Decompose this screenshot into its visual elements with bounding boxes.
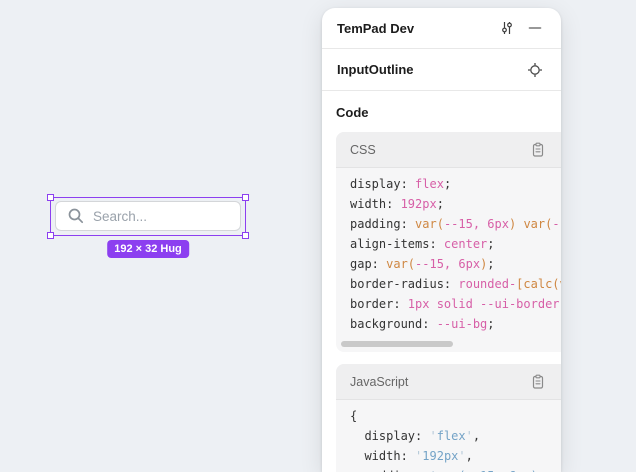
tempad-dev-panel: TemPad Dev InputOutline bbox=[322, 8, 561, 472]
panel-title: TemPad Dev bbox=[337, 21, 414, 36]
selection-outline: Search... 192 × 32 Hug bbox=[51, 198, 245, 235]
copy-js-button[interactable] bbox=[527, 371, 549, 393]
size-badge: 192 × 32 Hug bbox=[107, 240, 189, 258]
locate-button[interactable] bbox=[524, 59, 546, 81]
selection-handle-se[interactable] bbox=[242, 232, 249, 239]
copy-css-button[interactable] bbox=[527, 139, 549, 161]
js-block-label: JavaScript bbox=[350, 375, 408, 389]
minus-icon bbox=[528, 21, 542, 35]
code-section-title: Code bbox=[336, 105, 561, 120]
selection-handle-nw[interactable] bbox=[47, 194, 54, 201]
selection-handle-sw[interactable] bbox=[47, 232, 54, 239]
css-block-header: CSS bbox=[336, 132, 561, 168]
scrollbar-thumb[interactable] bbox=[341, 341, 453, 347]
clipboard-icon bbox=[530, 374, 546, 390]
search-placeholder: Search... bbox=[93, 209, 147, 224]
sliders-icon bbox=[499, 20, 515, 36]
search-input[interactable]: Search... bbox=[55, 201, 241, 231]
selection-handle-ne[interactable] bbox=[242, 194, 249, 201]
js-code[interactable]: { display: 'flex', width: '192px', paddi… bbox=[336, 400, 561, 472]
component-row: InputOutline bbox=[322, 49, 561, 91]
locate-icon bbox=[527, 62, 543, 78]
code-block-css: CSS display: flex;width: 192px;padding: … bbox=[336, 132, 561, 352]
panel-header: TemPad Dev bbox=[322, 8, 561, 49]
css-block-label: CSS bbox=[350, 143, 376, 157]
css-horizontal-scrollbar bbox=[341, 341, 556, 347]
code-block-javascript: JavaScript { display: 'flex', width: '19… bbox=[336, 364, 561, 472]
panel-content: Code CSS display: flex;width: 1 bbox=[322, 91, 561, 472]
component-name: InputOutline bbox=[337, 62, 414, 77]
settings-button[interactable] bbox=[496, 17, 518, 39]
minimize-button[interactable] bbox=[524, 17, 546, 39]
clipboard-icon bbox=[530, 142, 546, 158]
js-block-header: JavaScript bbox=[336, 364, 561, 400]
css-code[interactable]: display: flex;width: 192px;padding: var(… bbox=[336, 168, 561, 352]
magnifier-icon bbox=[67, 207, 85, 225]
